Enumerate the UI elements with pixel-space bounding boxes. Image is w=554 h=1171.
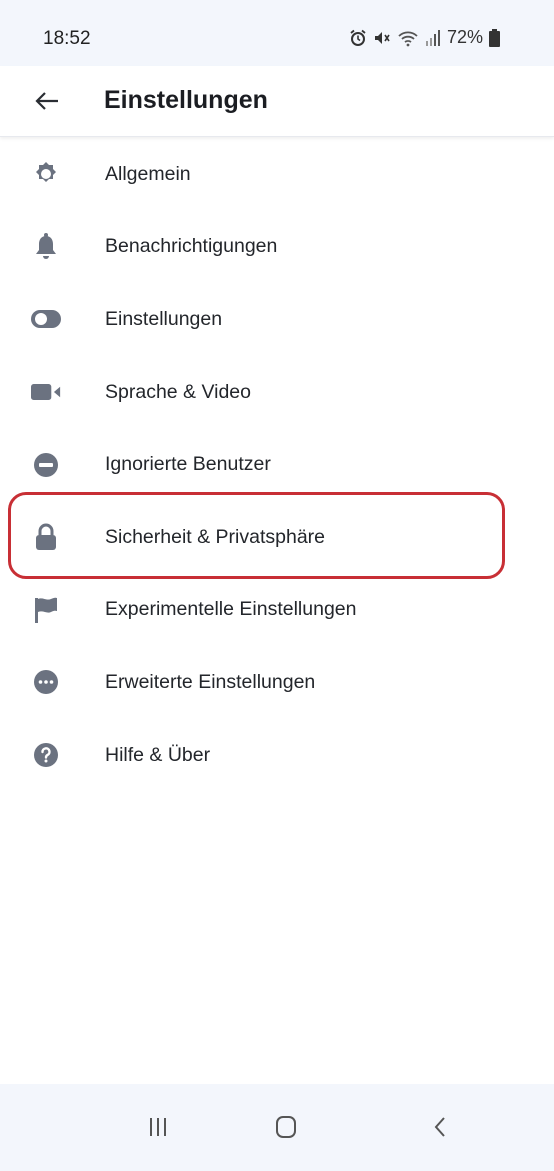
- status-icons: 72%: [349, 27, 500, 48]
- settings-item-einstellungen[interactable]: Einstellungen: [0, 283, 554, 356]
- app-bar: Einstellungen: [0, 66, 554, 137]
- settings-item-experimentelle-einstellungen[interactable]: Experimentelle Einstellungen: [0, 574, 554, 647]
- help-icon: [31, 740, 61, 770]
- gear-icon: [31, 159, 61, 189]
- wifi-icon: [397, 29, 419, 47]
- settings-item-label: Sprache & Video: [105, 380, 251, 403]
- settings-item-benachrichtigungen[interactable]: Benachrichtigungen: [0, 211, 554, 284]
- block-icon: [31, 450, 61, 480]
- mute-icon: [373, 29, 391, 47]
- status-time: 18:52: [43, 28, 91, 49]
- settings-item-label: Hilfe & Über: [105, 743, 211, 766]
- settings-item-sprache-video[interactable]: Sprache & Video: [0, 356, 554, 429]
- bell-icon: [31, 232, 61, 262]
- toggle-icon: [31, 304, 61, 334]
- navigation-bar: [0, 1084, 554, 1171]
- signal-icon: [425, 29, 441, 47]
- settings-item-label: Experimentelle Einstellungen: [105, 598, 357, 621]
- back-arrow-icon[interactable]: [30, 86, 62, 116]
- video-camera-icon: [31, 377, 61, 407]
- home-icon[interactable]: [266, 1112, 306, 1142]
- status-bar: 18:52 72%: [0, 0, 554, 66]
- battery-text: 72%: [446, 27, 483, 47]
- settings-screen: 18:52 72% Einstellungen Allgemein Benach…: [0, 0, 554, 1171]
- recent-apps-icon[interactable]: [138, 1112, 178, 1142]
- highlight-frame: [8, 492, 505, 579]
- settings-item-label: Benachrichtigungen: [105, 235, 278, 258]
- settings-item-erweiterte-einstellungen[interactable]: Erweiterte Einstellungen: [0, 646, 554, 719]
- page-title: Einstellungen: [104, 86, 268, 114]
- battery-icon: [489, 28, 500, 47]
- settings-item-hilfe-ueber[interactable]: Hilfe & Über: [0, 719, 554, 792]
- more-dots-icon: [31, 667, 61, 697]
- back-icon[interactable]: [420, 1112, 460, 1142]
- settings-item-ignorierte-benutzer[interactable]: Ignorierte Benutzer: [0, 428, 554, 501]
- settings-item-label: Allgemein: [105, 162, 191, 185]
- settings-item-allgemein[interactable]: Allgemein: [0, 138, 554, 211]
- settings-item-label: Einstellungen: [105, 307, 223, 330]
- settings-item-label: Ignorierte Benutzer: [105, 453, 271, 476]
- alarm-icon: [349, 29, 367, 47]
- settings-list: Allgemein Benachrichtigungen Einstellung…: [0, 138, 554, 791]
- settings-item-label: Erweiterte Einstellungen: [105, 670, 316, 693]
- flag-icon: [31, 595, 61, 625]
